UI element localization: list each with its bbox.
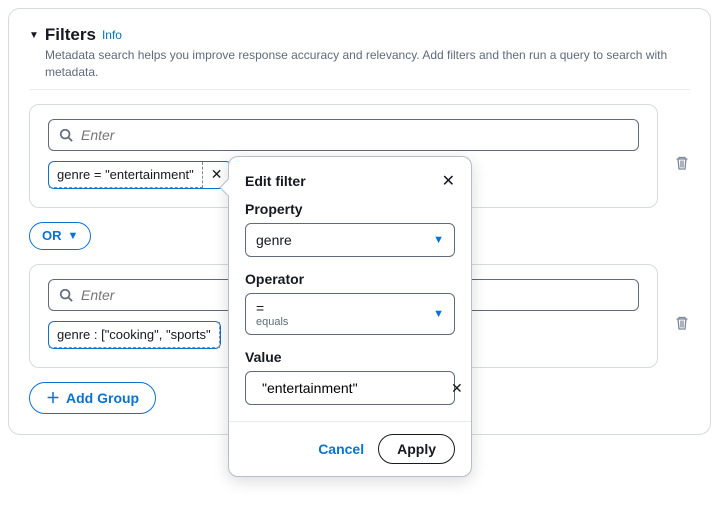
popover-footer: Cancel Apply (229, 421, 471, 476)
edit-filter-popover: Edit filter ✕ Property genre ▼ Operator … (228, 156, 472, 477)
operator-sub: equals (256, 316, 444, 328)
chip-text: genre : ["cooking", "sports" (49, 322, 220, 348)
delete-group-button[interactable] (674, 315, 690, 331)
trash-icon (674, 155, 690, 171)
filter-search[interactable] (48, 119, 639, 151)
value-input-wrapper[interactable]: ✕ (245, 371, 455, 405)
divider (29, 89, 690, 90)
operator-select[interactable]: = equals ▼ (245, 293, 455, 335)
value-label: Value (245, 349, 455, 365)
add-group-label: Add Group (66, 390, 139, 406)
filter-chip[interactable]: genre = "entertainment" ✕ (48, 161, 232, 189)
property-label: Property (245, 201, 455, 217)
chevron-down-icon: ▼ (433, 234, 444, 246)
search-icon (59, 128, 73, 142)
value-input[interactable] (262, 380, 443, 396)
operator-label: Operator (245, 271, 455, 287)
info-link[interactable]: Info (102, 28, 122, 42)
add-group-button[interactable]: ＋ Add Group (29, 382, 156, 414)
popover-title: Edit filter (245, 173, 306, 189)
plus-icon: ＋ (46, 388, 60, 408)
chip-text: genre = "entertainment" (49, 162, 203, 188)
property-value: genre (256, 232, 292, 248)
filter-search-input[interactable] (81, 127, 628, 143)
operator-value: = (256, 300, 444, 316)
delete-group-button[interactable] (674, 155, 690, 171)
or-operator-button[interactable]: OR ▼ (29, 222, 91, 250)
panel-header: ▼ Filters Info (29, 25, 690, 45)
cancel-button[interactable]: Cancel (318, 441, 364, 457)
or-label: OR (42, 228, 62, 243)
search-icon (59, 288, 73, 302)
chevron-down-icon: ▼ (433, 308, 444, 320)
filter-chip[interactable]: genre : ["cooking", "sports" (48, 321, 221, 349)
apply-button[interactable]: Apply (378, 434, 455, 464)
property-select[interactable]: genre ▼ (245, 223, 455, 257)
close-icon[interactable]: ✕ (442, 171, 455, 191)
clear-icon[interactable]: ✕ (451, 380, 463, 397)
chevron-down-icon: ▼ (68, 230, 79, 242)
panel-description: Metadata search helps you improve respon… (45, 47, 690, 81)
panel-title: Filters (45, 25, 96, 45)
trash-icon (674, 315, 690, 331)
collapse-caret-icon[interactable]: ▼ (29, 30, 39, 41)
